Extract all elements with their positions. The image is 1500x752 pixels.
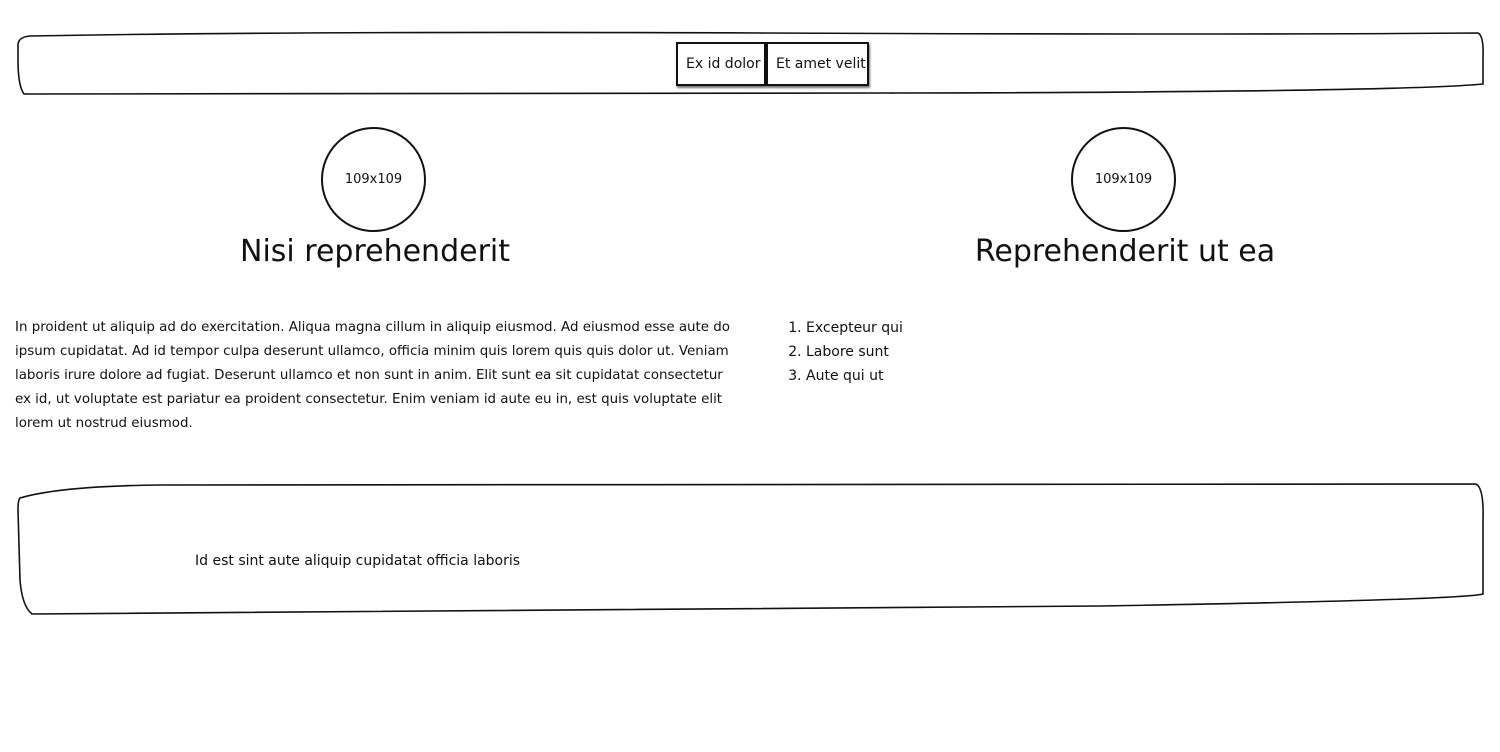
nav-button-ex-id-dolor[interactable]: Ex id dolor [676,42,766,86]
footer-frame [17,483,1484,615]
left-paragraph: In proident ut aliquip ad do exercitatio… [15,320,730,431]
left-heading: Nisi reprehenderit [240,234,510,269]
footer-text: Id est sint aute aliquip cupidatat offic… [195,553,521,569]
list-item: Excepteur qui [806,316,903,340]
list-item: Aute qui ut [806,364,903,388]
image-placeholder-label: 109x109 [1094,172,1153,187]
image-placeholder: 109x109 [1071,127,1176,232]
right-heading: Reprehenderit ut ea [974,234,1276,269]
numbered-list: Excepteur qui Labore sunt Aute qui ut [786,316,903,388]
image-placeholder-label: 109x109 [344,172,403,187]
list-item: Labore sunt [806,340,903,364]
nav-button-label: Et amet velit [776,56,866,72]
page: Ex id dolor Et amet velit 109x109 Nisi r… [0,0,1500,752]
nav-button-et-amet-velit[interactable]: Et amet velit [766,42,869,86]
header-nav: Ex id dolor Et amet velit [676,42,869,86]
image-placeholder: 109x109 [321,127,426,232]
nav-button-label: Ex id dolor [686,56,761,72]
